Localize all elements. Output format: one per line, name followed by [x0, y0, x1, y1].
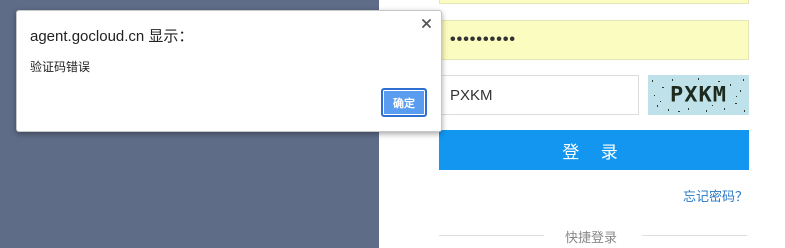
password-input[interactable]: •••••••••• — [439, 20, 749, 60]
page: •••••••••• PXKM PXKM 登 录 忘记密码？ 快捷登录 agen… — [0, 0, 785, 248]
alert-dialog-title: agent.gocloud.cn 显示： — [30, 28, 194, 45]
forgot-password-link[interactable]: 忘记密码？ — [683, 186, 748, 205]
divider-right — [642, 235, 747, 236]
quick-login-label: 快捷登录 — [565, 231, 618, 246]
alert-dialog-message: 验证码错误 — [30, 60, 91, 74]
captcha-input[interactable]: PXKM — [439, 75, 639, 115]
alert-dialog: agent.gocloud.cn 显示： 验证码错误 确定 — [16, 10, 442, 132]
login-button[interactable]: 登 录 — [439, 130, 749, 170]
captcha-image-text: PXKM — [670, 83, 727, 107]
divider-left — [439, 235, 544, 236]
close-icon[interactable] — [419, 16, 433, 30]
close-icon-glyph — [421, 18, 431, 28]
ok-button[interactable]: 确定 — [381, 88, 427, 117]
captcha-image[interactable]: PXKM — [648, 75, 749, 115]
username-input[interactable] — [439, 0, 749, 4]
